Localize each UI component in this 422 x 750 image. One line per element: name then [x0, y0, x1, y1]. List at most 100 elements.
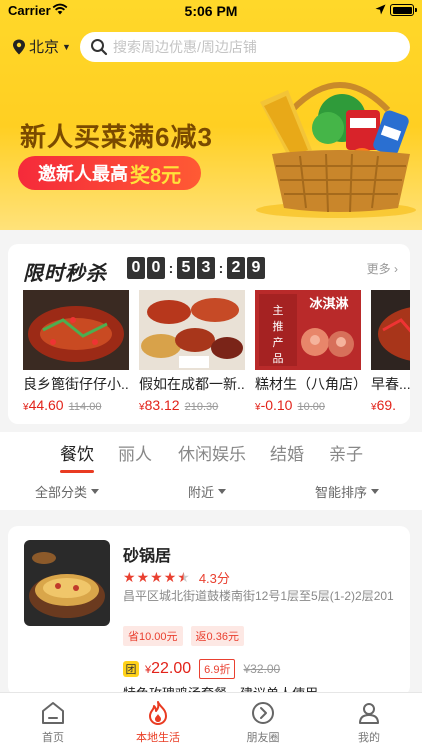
- countdown-digit: 3: [197, 257, 215, 279]
- profile-icon: [359, 703, 379, 724]
- promo-banner[interactable]: 新人买菜满6减3 邀新人最高 奖8元: [0, 70, 422, 220]
- more-label: 更多: [366, 262, 391, 276]
- deal-old-price: 10.00: [297, 401, 326, 413]
- shop-photo: [24, 540, 110, 626]
- tab-dining[interactable]: 餐饮: [60, 440, 94, 465]
- active-tab-indicator: [60, 470, 94, 473]
- deal-price: ¥69.: [371, 397, 397, 413]
- filter-label: 全部分类: [35, 485, 88, 500]
- search-row: 北京 ▼: [0, 32, 422, 62]
- discount-badge: 6.9折: [199, 659, 236, 679]
- svg-text:产: 产: [273, 335, 284, 349]
- flash-deal-item[interactable]: 主 推 产 品 冰淇淋 糕材生（八角店） ¥-0.10 10.00: [255, 290, 361, 415]
- star-icon: ★: [150, 569, 163, 585]
- countdown-separator: :: [168, 260, 174, 276]
- dropdown-arrow-icon: [218, 489, 227, 494]
- group-price: ¥22.00: [145, 660, 192, 677]
- tab-family[interactable]: 亲子: [329, 440, 363, 465]
- filter-bar: 全部分类 附近 智能排序: [0, 482, 422, 502]
- deal-price: ¥-0.10: [255, 397, 293, 413]
- shop-tags: 省10.00元 返0.36元: [123, 626, 252, 646]
- deal-name: 良乡篦街仔仔小...: [23, 376, 129, 392]
- filter-label: 附近: [188, 485, 215, 500]
- flash-sale-card: 限时秒杀 0 0 : 5 3 : 2 9 更多 › 良乡篦街仔仔小... ¥44…: [8, 244, 410, 424]
- flash-deal-item[interactable]: 早春... ¥69.: [371, 290, 410, 415]
- home-icon: [42, 702, 64, 724]
- chevron-down-icon: ▼: [62, 41, 71, 52]
- tabbar-label: 本地生活: [136, 732, 180, 744]
- shop-name: 砂锅居: [123, 548, 172, 565]
- tabbar-label: 朋友圈: [246, 732, 280, 744]
- more-link[interactable]: 更多 ›: [367, 260, 398, 277]
- filter-category[interactable]: 全部分类: [35, 482, 100, 501]
- deal-name: 早春...: [371, 376, 410, 392]
- banner-headline: 新人买菜满6减3: [20, 122, 213, 152]
- tab-leisure[interactable]: 休闲娱乐: [178, 440, 246, 465]
- tabbar-friends[interactable]: 朋友圈: [223, 699, 303, 745]
- search-icon: [91, 39, 108, 56]
- flash-deal-item[interactable]: 假如在成都一新... ¥83.12 210.30: [139, 290, 245, 415]
- saving-tag: 省10.00元: [123, 626, 183, 646]
- dropdown-arrow-icon: [371, 489, 380, 494]
- grocery-basket-image: [256, 82, 416, 218]
- search-box[interactable]: [80, 32, 410, 62]
- deal-old-price: 114.00: [68, 401, 102, 413]
- countdown-digit: 0: [147, 257, 165, 279]
- flash-deal-item[interactable]: 良乡篦街仔仔小... ¥44.60 114.00: [23, 290, 129, 415]
- group-buy-badge: 团: [123, 661, 139, 677]
- tabbar-label: 首页: [42, 732, 64, 744]
- city-selector[interactable]: 北京 ▼: [12, 36, 71, 57]
- chevron-right-icon: ›: [390, 262, 398, 276]
- svg-text:品: 品: [273, 352, 284, 365]
- city-name: 北京: [29, 39, 60, 56]
- friends-circle-icon: [252, 702, 274, 724]
- flash-sale-title: 限时秒杀: [23, 263, 107, 285]
- countdown-separator: :: [218, 260, 224, 276]
- countdown-digit: 0: [127, 257, 145, 279]
- countdown-timer: 0 0 : 5 3 : 2 9: [127, 257, 267, 279]
- filter-sort[interactable]: 智能排序: [315, 482, 380, 501]
- deal-photo: 主 推 产 品 冰淇淋: [255, 290, 361, 370]
- filter-nearby[interactable]: 附近: [188, 482, 227, 501]
- invite-pill[interactable]: 邀新人最高 奖8元: [18, 156, 202, 190]
- tabbar-label: 我的: [358, 732, 380, 744]
- filter-label: 智能排序: [315, 485, 368, 500]
- rating-score: 4.3分: [198, 571, 230, 586]
- deal-photo: [23, 290, 129, 370]
- location-arrow-icon: [375, 4, 386, 15]
- shop-card[interactable]: 砂锅居 ★ ★ ★ ★ ★ 4.3分 昌平区城北街道鼓楼南街12号1层至5层(1…: [8, 526, 410, 696]
- invite-highlight: 奖8元: [130, 164, 182, 187]
- cashback-tag: 返0.36元: [190, 626, 244, 646]
- star-icon: ★: [136, 569, 150, 585]
- deal-name: 假如在成都一新...: [139, 376, 245, 392]
- deal-name: 糕材生（八角店）: [255, 376, 361, 392]
- category-tabs: 餐饮 丽人 休闲娱乐 结婚 亲子: [0, 440, 422, 473]
- shop-address: 昌平区城北街道鼓楼南街12号1层至5层(1-2)2层201: [123, 589, 394, 603]
- dropdown-arrow-icon: [91, 489, 100, 494]
- tabbar-home[interactable]: 首页: [13, 699, 93, 745]
- svg-text:推: 推: [273, 319, 284, 333]
- star-icon: ★: [163, 569, 177, 585]
- countdown-digit: 9: [247, 257, 265, 279]
- group-old-price: ¥32.00: [243, 662, 281, 676]
- deal-price: ¥44.60: [23, 397, 64, 413]
- tab-beauty[interactable]: 丽人: [118, 440, 152, 465]
- svg-text:主: 主: [273, 304, 284, 317]
- deal-old-price: 210.30: [184, 401, 219, 413]
- tab-wedding[interactable]: 结婚: [270, 440, 304, 465]
- star-half-icon: ★: [177, 569, 190, 585]
- clock: 5:06 PM: [184, 3, 238, 19]
- tabbar-local-life[interactable]: 本地生活: [118, 699, 198, 745]
- star-icon: ★: [123, 569, 136, 585]
- flame-icon: [149, 701, 167, 725]
- location-pin-icon: [13, 39, 25, 54]
- countdown-digit: 5: [177, 257, 195, 279]
- status-bar: Carrier 5:06 PM: [0, 0, 422, 22]
- group-deal-row[interactable]: 团 ¥22.00 6.9折 ¥32.00: [123, 659, 280, 679]
- bottom-tab-bar: 首页 本地生活 朋友圈 我的: [0, 692, 422, 750]
- search-input[interactable]: [113, 39, 403, 55]
- deal-photo: [139, 290, 245, 370]
- rating-stars: ★ ★ ★ ★ ★ 4.3分: [123, 568, 230, 587]
- tabbar-profile[interactable]: 我的: [329, 699, 409, 745]
- svg-text:冰淇淋: 冰淇淋: [309, 296, 348, 312]
